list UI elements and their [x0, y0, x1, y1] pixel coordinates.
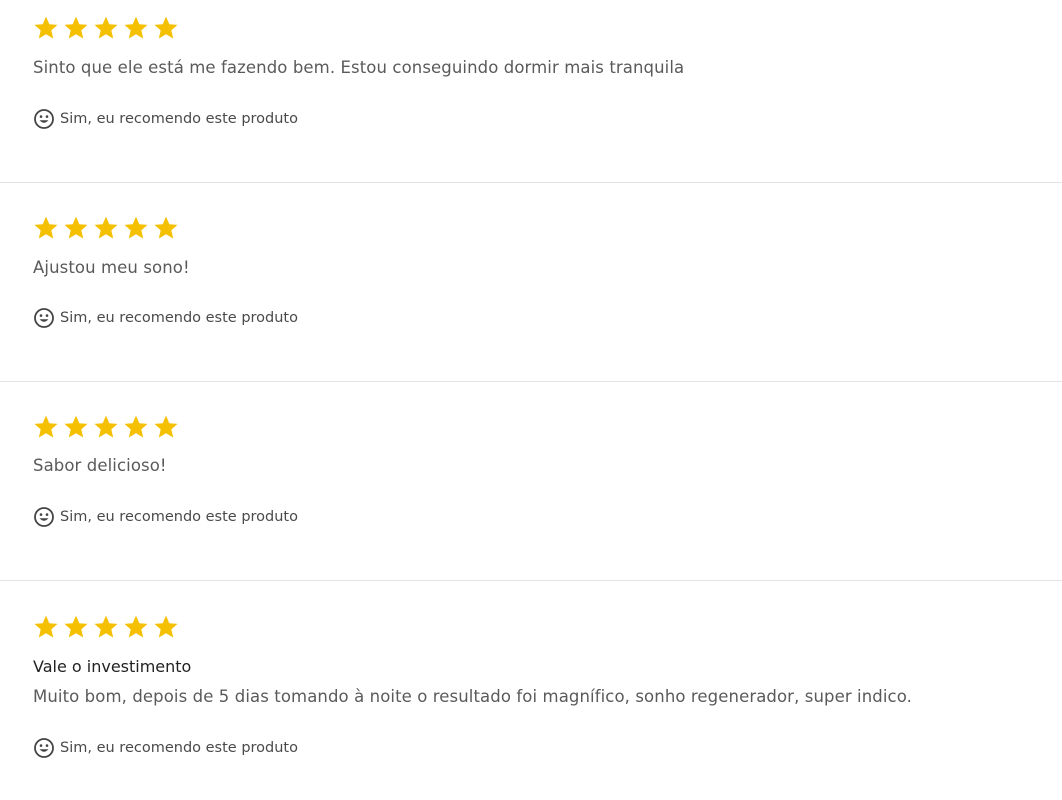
- star-filled-icon: [63, 215, 89, 241]
- smile-icon: [33, 737, 55, 759]
- smile-icon: [33, 307, 55, 329]
- star-filled-icon: [93, 414, 119, 440]
- star-filled-icon: [123, 614, 149, 640]
- review-divider: [0, 580, 1062, 581]
- star-filled-icon: [93, 614, 119, 640]
- smile-icon: [33, 108, 55, 130]
- recommend-line: Sim, eu recomendo este produto: [33, 307, 298, 329]
- star-filled-icon: [33, 15, 59, 41]
- smile-icon: [33, 506, 55, 528]
- star-filled-icon: [63, 414, 89, 440]
- recommend-label: Sim, eu recomendo este produto: [60, 509, 298, 525]
- star-filled-icon: [93, 215, 119, 241]
- recommend-label: Sim, eu recomendo este produto: [60, 310, 298, 326]
- recommend-line: Sim, eu recomendo este produto: [33, 108, 298, 130]
- star-rating: [33, 614, 179, 640]
- star-filled-icon: [33, 215, 59, 241]
- star-filled-icon: [33, 614, 59, 640]
- star-filled-icon: [123, 414, 149, 440]
- star-filled-icon: [93, 15, 119, 41]
- star-rating: [33, 215, 179, 241]
- review-divider: [0, 182, 1062, 183]
- review-text: Sabor delicioso!: [33, 456, 167, 475]
- star-rating: [33, 15, 179, 41]
- star-filled-icon: [63, 15, 89, 41]
- recommend-label: Sim, eu recomendo este produto: [60, 740, 298, 756]
- review-title: Vale o investimento: [33, 657, 192, 676]
- star-filled-icon: [153, 215, 179, 241]
- recommend-line: Sim, eu recomendo este produto: [33, 737, 298, 759]
- review-divider: [0, 381, 1062, 382]
- recommend-line: Sim, eu recomendo este produto: [33, 506, 298, 528]
- review-text: Muito bom, depois de 5 dias tomando à no…: [33, 687, 912, 706]
- star-filled-icon: [63, 614, 89, 640]
- recommend-label: Sim, eu recomendo este produto: [60, 111, 298, 127]
- star-rating: [33, 414, 179, 440]
- star-filled-icon: [153, 414, 179, 440]
- review-text: Ajustou meu sono!: [33, 258, 190, 277]
- star-filled-icon: [123, 15, 149, 41]
- star-filled-icon: [153, 15, 179, 41]
- star-filled-icon: [123, 215, 149, 241]
- review-text: Sinto que ele está me fazendo bem. Estou…: [33, 58, 685, 77]
- star-filled-icon: [153, 614, 179, 640]
- star-filled-icon: [33, 414, 59, 440]
